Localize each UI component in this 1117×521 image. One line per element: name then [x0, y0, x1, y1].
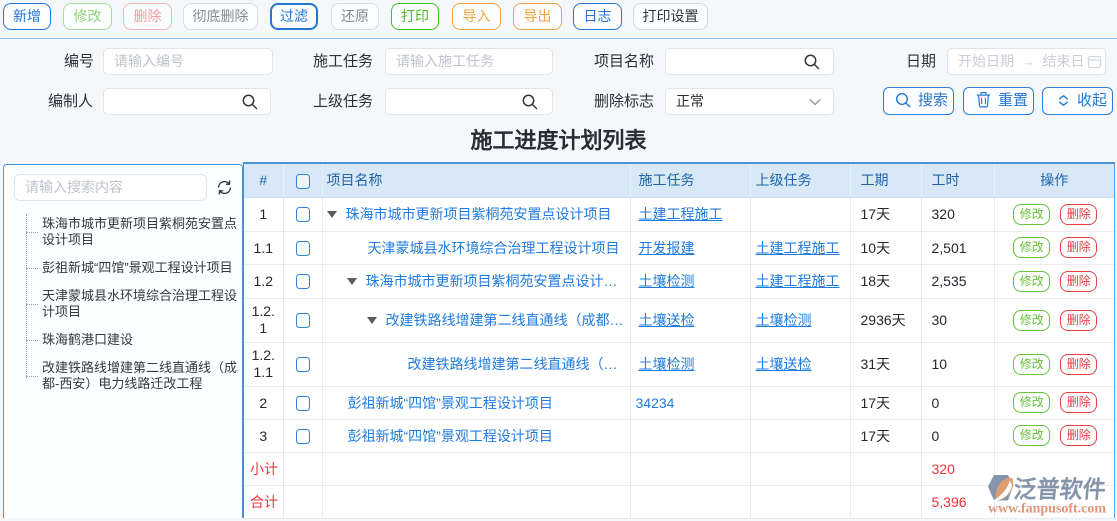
- svg-text:泛普软件: 泛普软件: [1012, 476, 1106, 504]
- svg-text:www.fanpusoft.com: www.fanpusoft.com: [988, 501, 1107, 516]
